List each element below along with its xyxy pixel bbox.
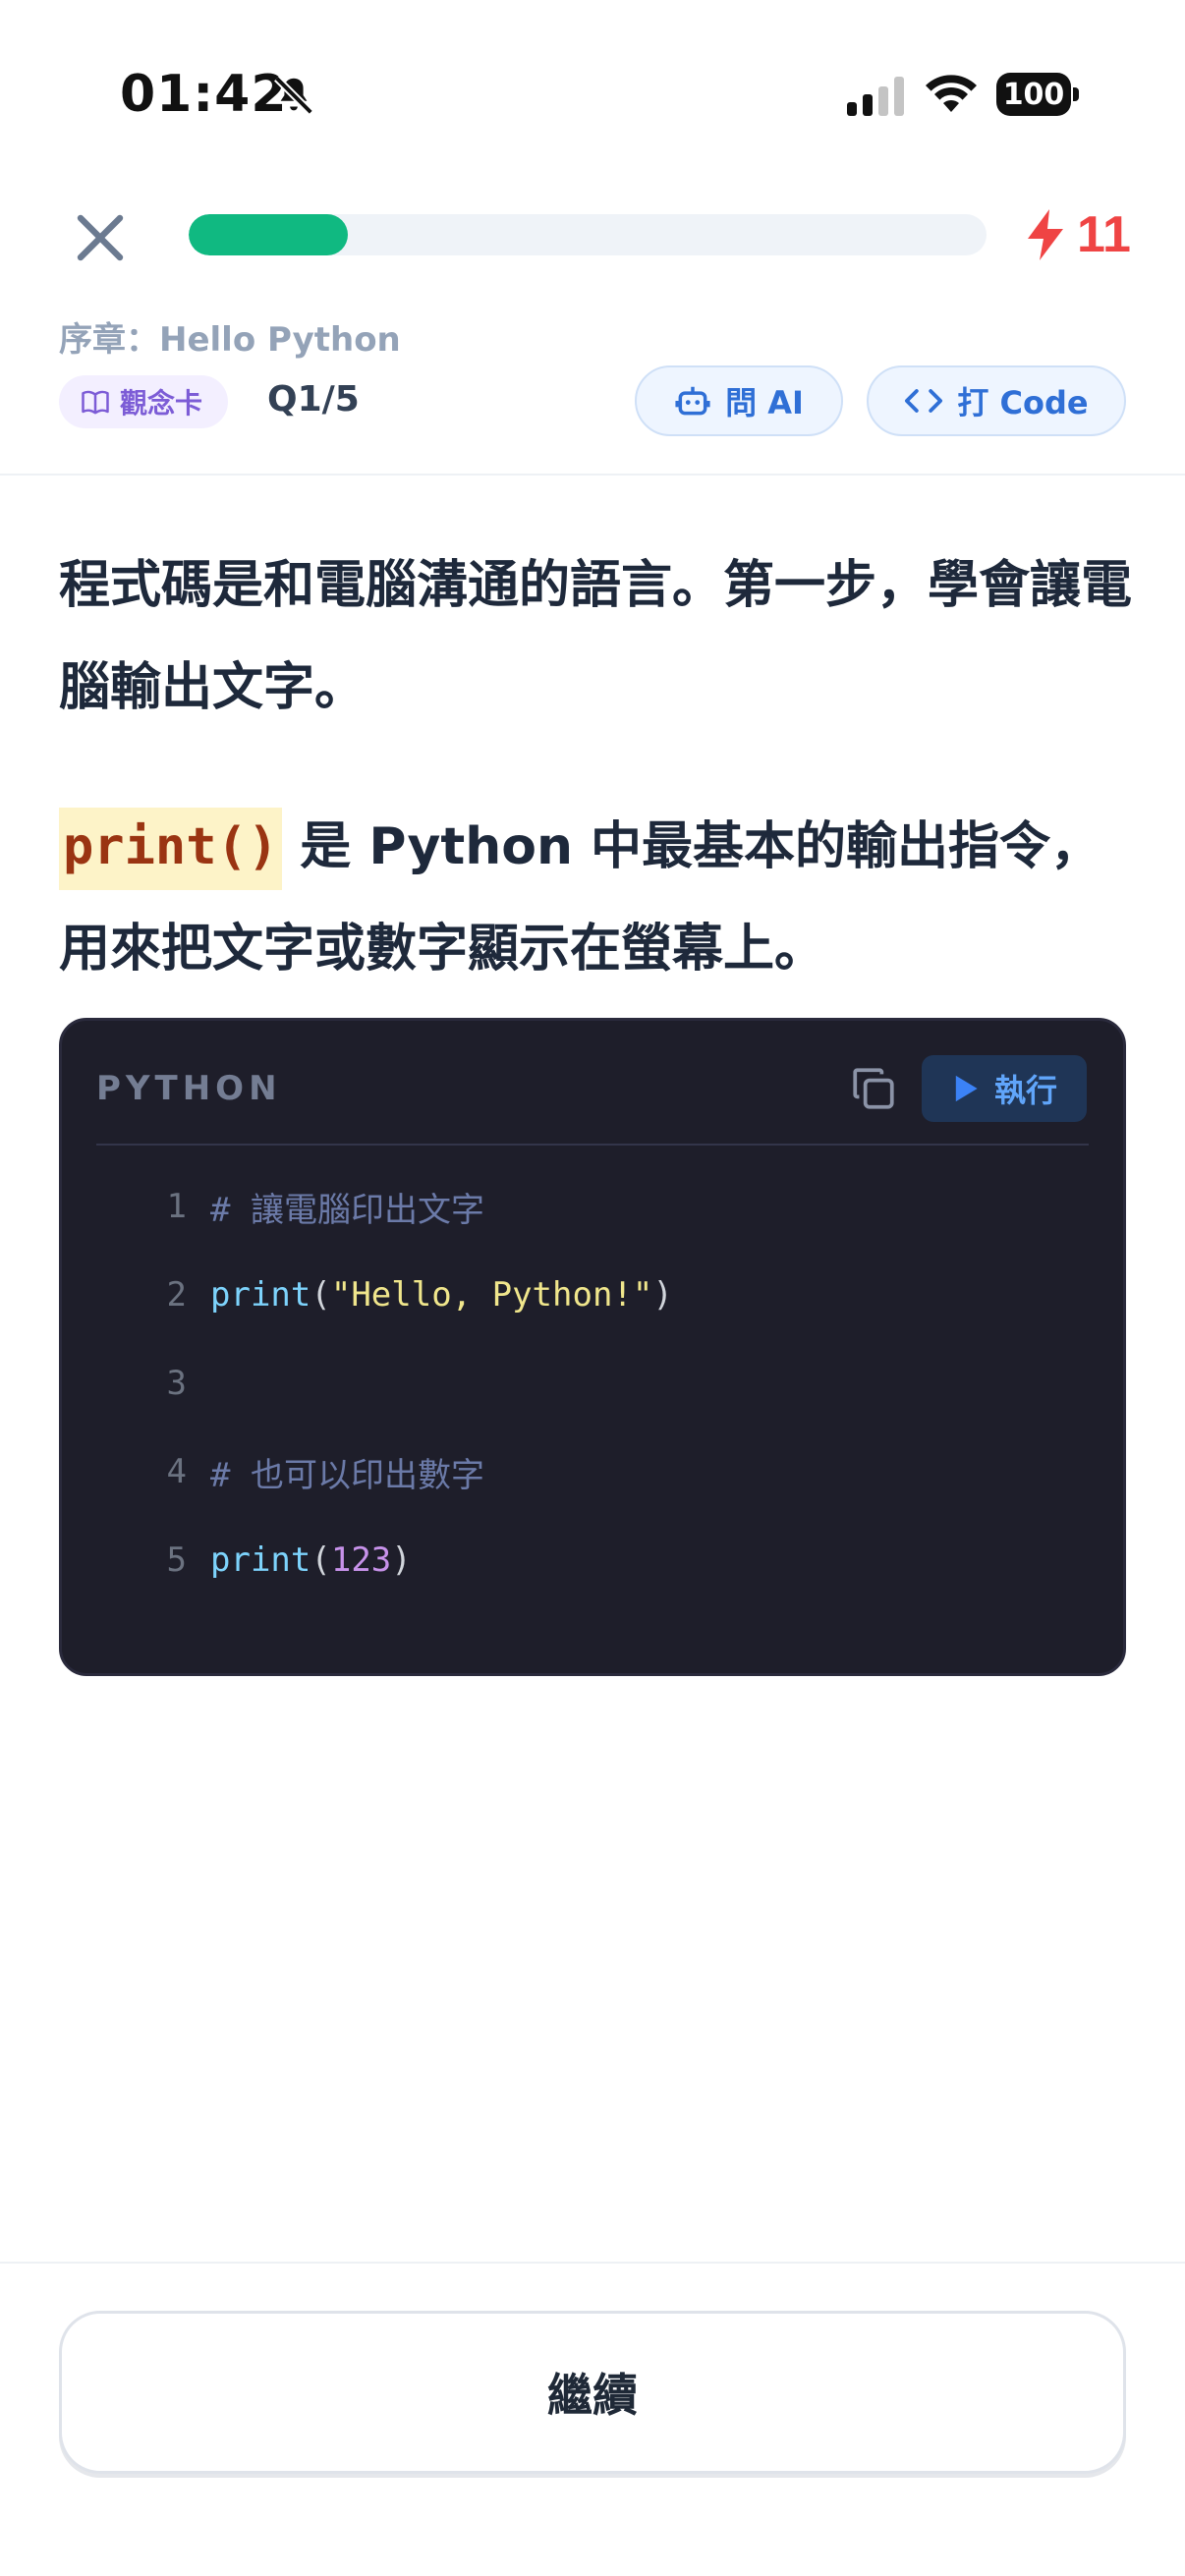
run-code-label: 執行 xyxy=(993,1072,1057,1109)
code-line: 2 print("Hello, Python!") xyxy=(147,1265,673,1324)
play-icon xyxy=(955,1075,978,1102)
chapter-title: 序章：Hello Python xyxy=(59,320,401,360)
code-line: 4 # 也可以印出數字 xyxy=(147,1442,484,1501)
line-number: 1 xyxy=(166,1187,187,1226)
run-code-button[interactable]: 執行 xyxy=(922,1055,1087,1122)
battery-icon: 100 xyxy=(996,73,1079,116)
code-paren-open: ( xyxy=(310,1540,331,1580)
inline-code-print: print() xyxy=(59,808,283,890)
line-number: 5 xyxy=(166,1540,187,1580)
code-comment: # 讓電腦印出文字 xyxy=(210,1190,484,1230)
signal-icon xyxy=(847,77,904,116)
code-function: print xyxy=(210,1275,311,1315)
code-paren-open: ( xyxy=(310,1275,331,1315)
line-number: 2 xyxy=(166,1275,187,1315)
book-icon xyxy=(82,390,109,415)
code-function: print xyxy=(210,1540,311,1580)
line-number: 3 xyxy=(166,1364,187,1403)
type-code-label: 打 Code xyxy=(957,384,1089,421)
code-line: 1 # 讓電腦印出文字 xyxy=(147,1177,484,1236)
ask-ai-label: 問 AI xyxy=(725,384,804,421)
code-paren-close: ) xyxy=(391,1540,412,1580)
code-line: 3 xyxy=(147,1354,210,1413)
streak-counter: 11 xyxy=(1022,204,1131,265)
streak-count: 11 xyxy=(1077,206,1131,263)
code-number: 123 xyxy=(330,1540,392,1580)
status-time: 01:42 xyxy=(120,65,288,124)
code-language-label: PYTHON xyxy=(96,1069,282,1108)
code-string: "Hello, Python!" xyxy=(330,1275,653,1315)
copy-icon[interactable] xyxy=(849,1063,898,1114)
ask-ai-button[interactable]: 問 AI xyxy=(635,365,843,436)
lesson-paragraph-1: 程式碼是和電腦溝通的語言。第一步，學會讓電腦輸出文字。 xyxy=(59,556,1133,717)
line-number: 4 xyxy=(166,1452,187,1491)
wifi-icon xyxy=(926,75,977,112)
battery-level: 100 xyxy=(996,73,1071,116)
close-icon[interactable] xyxy=(65,202,136,273)
question-counter: Q1/5 xyxy=(267,379,360,420)
lesson-paragraph-2: print() 是 Python 中最基本的輸出指令，用來把文字或數字顯示在螢幕… xyxy=(59,796,1140,1000)
code-comment: # 也可以印出數字 xyxy=(210,1455,484,1495)
code-line: 5 print(123) xyxy=(147,1531,412,1590)
code-brackets-icon xyxy=(905,389,943,413)
code-header-divider xyxy=(96,1144,1089,1146)
concept-card-label: 觀念卡 xyxy=(120,387,203,420)
type-code-button[interactable]: 打 Code xyxy=(867,365,1126,436)
code-paren-close: ) xyxy=(652,1275,673,1315)
continue-button[interactable]: 繼續 xyxy=(59,2311,1126,2474)
header-divider xyxy=(0,474,1185,476)
robot-icon xyxy=(675,386,710,416)
lesson-progress-fill xyxy=(189,214,349,255)
lightning-icon xyxy=(1028,209,1063,260)
footer-divider xyxy=(0,2262,1185,2264)
mute-bell-icon xyxy=(274,76,313,115)
lesson-progress-bar xyxy=(189,214,987,255)
concept-card-badge: 觀念卡 xyxy=(59,375,229,428)
